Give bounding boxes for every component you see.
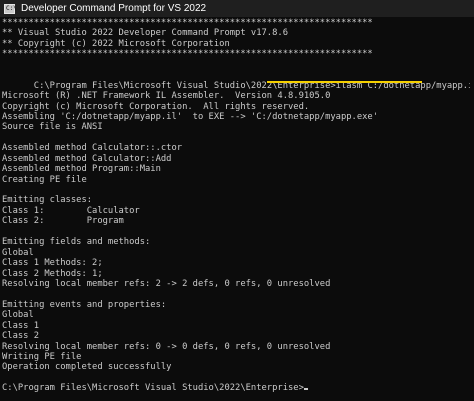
command-highlight-underline — [267, 81, 422, 84]
console-line: Class 2 Methods: 1; — [2, 268, 103, 279]
console-line: Class 2 — [2, 331, 40, 342]
console-line: Resolving local member refs: 0 -> 0 defs… — [2, 341, 331, 352]
console-line: Emitting fields and methods: — [2, 237, 151, 248]
console-line: Assembling 'C:/dotnetapp/myapp.il' to EX… — [2, 111, 379, 122]
console-line: Assembled method Calculator::Add — [2, 153, 172, 164]
console-line: Microsoft (R) .NET Framework IL Assemble… — [2, 91, 331, 102]
console-line: Emitting classes: — [2, 195, 93, 206]
console-line: Class 1: Calculator — [2, 205, 140, 216]
console-line: Resolving local member refs: 2 -> 2 defs… — [2, 278, 331, 289]
command-prompt-icon: C:\ — [4, 3, 17, 14]
console-line: Class 1 Methods: 2; — [2, 258, 103, 269]
prompt-line[interactable]: C:\Program Files\Microsoft Visual Studio… — [2, 383, 470, 393]
console-line: ** Visual Studio 2022 Developer Command … — [2, 28, 288, 39]
console-line: Copyright (c) Microsoft Corporation. All… — [2, 101, 310, 112]
console-line: Class 1 — [2, 320, 40, 331]
title-bar[interactable]: C:\ Developer Command Prompt for VS 2022 — [0, 0, 474, 17]
console-line: Assembled method Calculator::.ctor — [2, 143, 183, 154]
console-line: Creating PE file — [2, 174, 87, 185]
command-prompt-icon-text: C:\ — [6, 4, 17, 12]
console-line: Source file is ANSI — [2, 122, 103, 133]
console-line: ****************************************… — [2, 49, 373, 60]
console-output[interactable]: ****************************************… — [2, 18, 470, 399]
console-line: Writing PE file — [2, 352, 82, 362]
console-line: Global — [2, 310, 34, 321]
console-line: Emitting events and properties: — [2, 299, 167, 310]
console-line: ****************************************… — [2, 18, 373, 28]
console-line: Class 2: Program — [2, 216, 124, 227]
console-line: ** Copyright (c) 2022 Microsoft Corporat… — [2, 38, 230, 49]
console-line: Operation completed successfully — [2, 362, 172, 373]
window-title: Developer Command Prompt for VS 2022 — [21, 3, 207, 14]
terminal-window: C:\ Developer Command Prompt for VS 2022… — [0, 0, 474, 401]
text-cursor — [303, 388, 308, 391]
prompt-text: C:\Program Files\Microsoft Visual Studio… — [2, 383, 304, 394]
console-line: Global — [2, 247, 34, 258]
console-line: Assembled method Program::Main — [2, 164, 161, 175]
command-line-ilasm: C:\Program Files\Microsoft Visual Studio… — [2, 70, 470, 91]
